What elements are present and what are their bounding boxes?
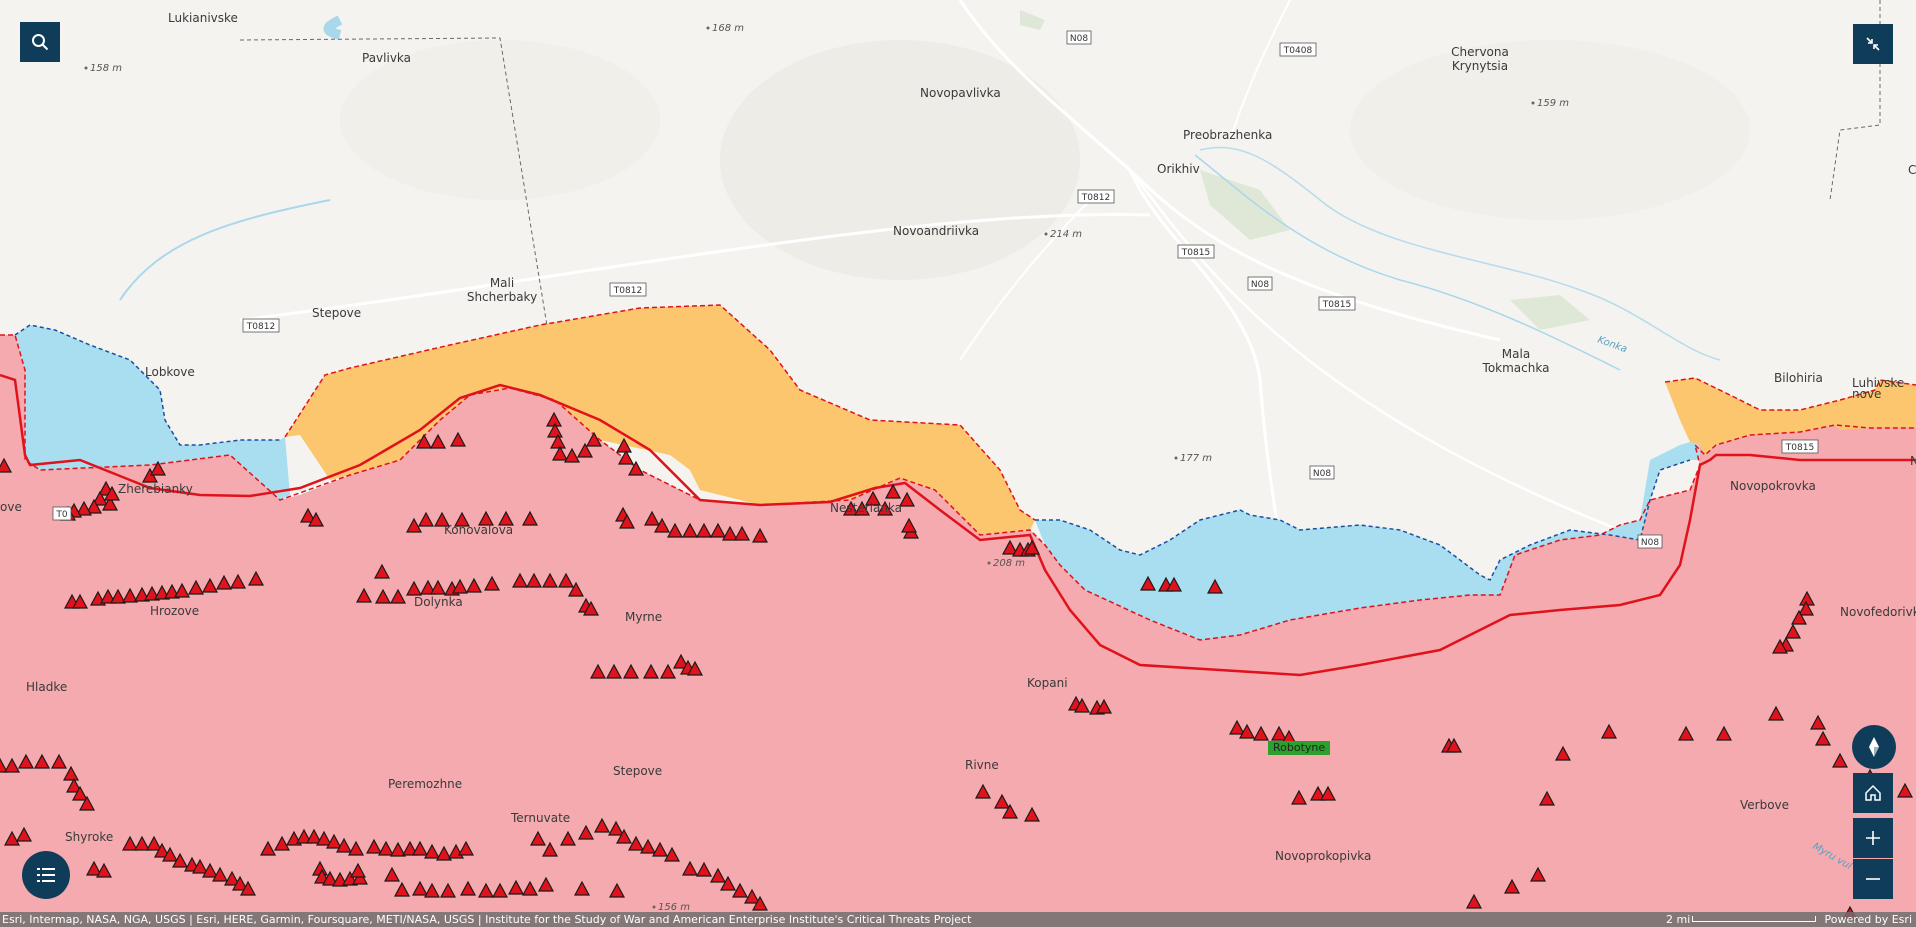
robotyne-highlight: Robotyne (1268, 741, 1331, 755)
elevation-label: 168 m (712, 23, 744, 34)
elevation-label: 214 m (1050, 229, 1082, 240)
road-label: N08 (1251, 280, 1269, 290)
elevation-label: 158 m (90, 63, 122, 74)
compass-button[interactable] (1852, 725, 1896, 769)
scale-bar (1692, 916, 1816, 922)
zoom-in-button[interactable] (1853, 818, 1893, 858)
search-button[interactable] (20, 22, 60, 62)
place-label-novopavlivka: Novopavlivka (920, 86, 1001, 100)
place-label-hrozove: Hrozove (150, 604, 199, 618)
place-label-ternuvate: Ternuvate (510, 811, 570, 825)
elevation-dot (706, 26, 710, 30)
place-label-konovalova: Konovalova (444, 523, 513, 537)
elevation-dot (1174, 456, 1178, 460)
collapse-button[interactable] (1853, 24, 1893, 64)
place-label-zherebianky: Zherebianky (118, 482, 193, 496)
place-label-ove: ove (0, 500, 22, 514)
place-label-novoprokopivka: Novoprokopivka (1275, 849, 1371, 863)
place-label-myrne: Myrne (625, 610, 662, 624)
place-label-dolynka: Dolynka (414, 595, 463, 609)
place-label-novopokrovka: Novopokrovka (1730, 479, 1816, 493)
place-label-edge_n: N (1910, 454, 1916, 468)
elevation-dot (1044, 232, 1048, 236)
place-label-edge_c: C (1908, 163, 1916, 177)
place-label-peremozhne: Peremozhne (388, 777, 462, 791)
map-canvas[interactable]: N08 T0408 T0812 T0812 T0812 T0815 T0815 N08 N08 N… (0, 0, 1916, 927)
home-icon (1865, 784, 1881, 801)
elevation-label: 208 m (993, 558, 1025, 569)
elevation-dot (987, 561, 991, 565)
road-label: N08 (1641, 538, 1659, 548)
place-label-shyroke: Shyroke (65, 830, 113, 844)
place-label-lobkove: Lobkove (145, 365, 195, 379)
elevation-dot (84, 66, 88, 70)
legend-button[interactable] (22, 851, 70, 899)
place-label-preobrazhenka: Preobrazhenka (1183, 128, 1272, 142)
place-label-stepove1: Stepove (312, 306, 361, 320)
list-icon (37, 868, 55, 882)
elevation-dot (652, 905, 656, 909)
place-label-verbove: Verbove (1740, 798, 1789, 812)
zoom-out-button[interactable] (1853, 859, 1893, 899)
place-label-novoandriivka: Novoandriivka (893, 224, 979, 238)
elevation-dot (1531, 101, 1535, 105)
road-label: T0 (55, 510, 67, 520)
search-icon (32, 34, 49, 51)
road-label: T0408 (1283, 46, 1313, 56)
place-label-stepove2: Stepove (613, 764, 662, 778)
attribution-bar: Esri, Intermap, NASA, NGA, USGS | Esri, … (0, 912, 1916, 927)
plus-icon (1866, 831, 1880, 845)
compass-icon (1869, 737, 1879, 757)
home-button[interactable] (1853, 773, 1893, 813)
place-label-kopani: Kopani (1027, 676, 1068, 690)
road-label: T0815 (1785, 443, 1814, 453)
road-label: N08 (1070, 34, 1088, 44)
place-label-lukianivske: Lukianivske (168, 11, 238, 25)
road-label: T0815 (1322, 300, 1351, 310)
scale-label: 2 mi (1666, 913, 1691, 926)
place-label-novofedorivka: Novofedorivka (1840, 605, 1916, 619)
road-label: T0812 (613, 286, 642, 296)
road-label: N08 (1313, 469, 1331, 479)
place-label-nesterianka: Nesterianka (830, 501, 902, 515)
place-label-hladke: Hladke (26, 680, 67, 694)
road-label: T0812 (246, 322, 275, 332)
place-label-nove: nove (1852, 387, 1881, 401)
minus-icon (1866, 878, 1880, 880)
elevation-label: 159 m (1537, 98, 1569, 109)
elevation-label: 177 m (1180, 453, 1212, 464)
collapse-icon (1866, 37, 1880, 51)
place-label-orikhiv: Orikhiv (1157, 162, 1200, 176)
place-label-chervona: Chervona Krynytsia (1451, 45, 1509, 73)
attribution-text: Esri, Intermap, NASA, NGA, USGS | Esri, … (2, 913, 972, 926)
place-label-bilohiria: Bilohiria (1774, 371, 1823, 385)
powered-by[interactable]: Powered by Esri (1824, 912, 1912, 927)
road-label: T0815 (1181, 248, 1210, 258)
road-label: T0812 (1081, 193, 1110, 203)
place-label-pavlivka: Pavlivka (362, 51, 411, 65)
place-label-rivne: Rivne (965, 758, 999, 772)
